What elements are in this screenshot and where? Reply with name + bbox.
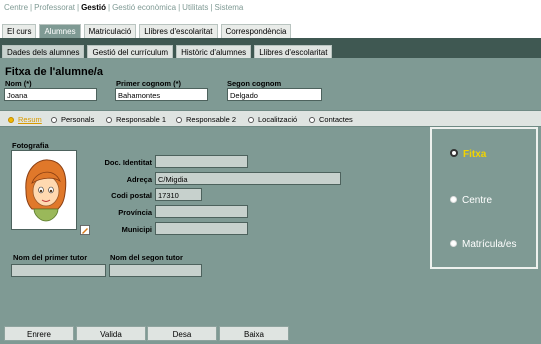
menu-item-utilitats[interactable]: Utilitats [182,3,208,12]
photo-label: Fotografia [12,141,49,150]
view-option-matricula[interactable]: Matrícula/es [450,239,516,250]
nom-label: Nom (*) [5,79,32,88]
radio-contactes[interactable]: Contactes [309,115,353,124]
menu-item-gestio[interactable]: Gestió [81,3,106,12]
radio-label: Localització [258,115,298,124]
segon-tutor-field[interactable] [109,264,202,277]
radio-responsable-1[interactable]: Responsable 1 [106,115,166,124]
radio-label: Resum [18,115,42,124]
save-button[interactable]: Desa [147,326,217,341]
menu-item-professorat[interactable]: Professorat [34,3,75,12]
subtab-dades-alumnes[interactable]: Dades dels alumnes [2,45,85,58]
codi-postal-label: Codi postal [111,191,152,200]
primer-cognom-field[interactable]: Bahamontes [115,88,208,101]
menu-separator: | [178,3,181,12]
menu-item-sistema[interactable]: Sistema [214,3,243,12]
section-radio-bar: Resum Personals Responsable 1 Responsabl… [0,110,541,127]
radio-resum[interactable]: Resum [8,115,42,124]
radio-responsable-2[interactable]: Responsable 2 [176,115,236,124]
radio-localitzacio[interactable]: Localització [248,115,297,124]
provincia-field[interactable] [155,205,248,218]
view-option-centre[interactable]: Centre [450,195,492,206]
radio-label: Responsable 1 [116,115,167,124]
view-option-label: Matrícula/es [462,239,517,250]
view-option-fitxa[interactable]: Fitxa [450,149,486,160]
menu-separator: | [30,3,33,12]
tab-matriculacio[interactable]: Matriculació [83,24,137,38]
codi-postal-field[interactable]: 17310 [155,188,202,201]
radio-dot [450,240,457,247]
delete-button[interactable]: Baixa [219,326,289,341]
menu-item-gestio-economica[interactable]: Gestió econòmica [112,3,176,12]
radio-label: Contactes [319,115,353,124]
menu-separator: | [77,3,80,12]
doc-identitat-field[interactable] [155,155,248,168]
student-photo [11,150,77,230]
subtab-historic-alumnes[interactable]: Històric d'alumnes [176,45,252,58]
segon-tutor-label: Nom del segon tutor [110,253,183,262]
menu-separator: | [210,3,213,12]
radio-dot [106,117,112,123]
tab-el-curs[interactable]: El curs [2,24,37,38]
menu-item-centre[interactable]: Centre [4,3,28,12]
tab-alumnes[interactable]: Alumnes [39,24,81,38]
radio-dot [248,117,254,123]
adreca-label: Adreça [126,175,152,184]
radio-dot [450,149,458,157]
avatar-illustration [25,159,67,222]
subtab-gestio-curriculum[interactable]: Gestió del currículum [87,45,174,58]
view-selector-panel: Fitxa Centre Matrícula/es [430,127,538,269]
primer-cognom-label: Primer cognom (*) [116,79,182,88]
primer-tutor-label: Nom del primer tutor [13,253,88,262]
view-option-label: Fitxa [463,149,487,160]
municipi-label: Municipi [121,225,152,234]
segon-cognom-label: Segon cognom [227,79,282,88]
doc-identitat-label: Doc. Identitat [104,158,152,167]
back-button[interactable]: Enrere [4,326,74,341]
radio-dot [176,117,182,123]
sub-tabs: Dades dels alumnes Gestió del currículum… [2,45,333,58]
subtab-llibres-escolaritat[interactable]: Llibres d'escolaritat [254,45,333,58]
municipi-field[interactable] [155,222,248,235]
adreca-field[interactable]: C/Migdia [155,172,341,185]
menu-separator: | [107,3,111,12]
radio-label: Personals [61,115,95,124]
view-option-label: Centre [462,195,493,206]
radio-dot [450,196,457,203]
validate-button[interactable]: Valida [76,326,146,341]
top-menu: Centre | Professorat | Gestió | Gestió econòmi… [0,0,541,14]
tab-llibres-escolaritat[interactable]: Llibres d'escolaritat [139,24,218,38]
page-title: Fitxa de l'alumne/a [5,66,103,78]
provincia-label: Província [118,208,152,217]
radio-dot [51,117,57,123]
radio-label: Responsable 2 [186,115,237,124]
radio-dot [8,117,14,123]
tab-correspondencia[interactable]: Correspondència [220,24,292,38]
primer-tutor-field[interactable] [11,264,106,277]
main-tabs: El curs Alumnes Matriculació Llibres d'e… [2,24,292,38]
radio-personals[interactable]: Personals [51,115,94,124]
radio-dot [309,117,315,123]
nom-field[interactable]: Joana [4,88,97,101]
segon-cognom-field[interactable]: Delgado [227,88,322,101]
